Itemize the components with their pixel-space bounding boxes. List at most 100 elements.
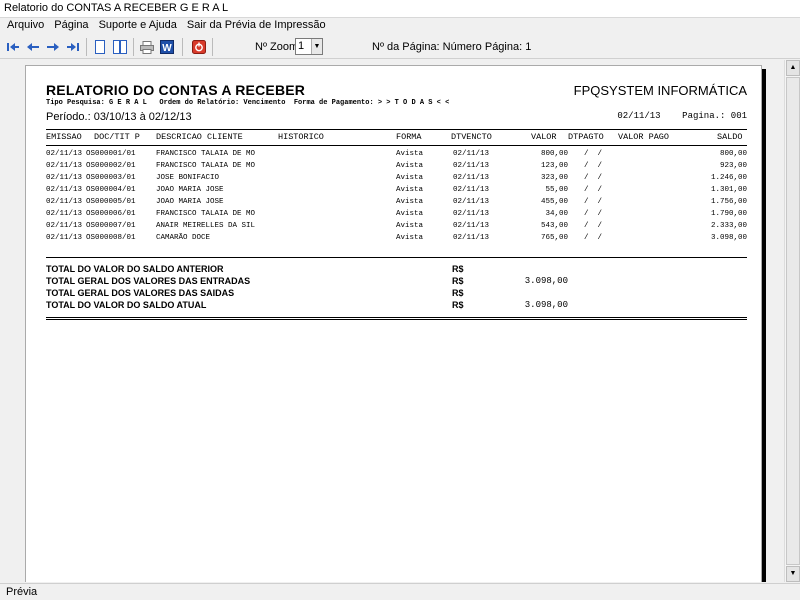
table-row: 02/11/13 OS000005/01 JOAO MARIA JOSE Avi… — [46, 198, 747, 209]
cell-forma: Avista — [396, 234, 424, 242]
cell-dtpagto: / / — [584, 234, 603, 242]
preview-area: RELATORIO DO CONTAS A RECEBER FPQSYSTEM … — [0, 60, 784, 582]
last-page-icon[interactable] — [64, 39, 82, 55]
table-row: 02/11/13 OS000002/01 FRANCISCO TALAIA DE… — [46, 162, 747, 173]
menu-sair-previa[interactable]: Sair da Prévia de Impressão — [184, 18, 329, 34]
cell-emissao: 02/11/13 — [46, 222, 83, 230]
table-row: 02/11/13 OS000001/01 FRANCISCO TALAIA DE… — [46, 150, 747, 161]
cell-valor: 543,00 — [540, 222, 568, 230]
scroll-thumb[interactable] — [786, 77, 800, 565]
cell-cliente: JOAO MARIA JOSE — [156, 198, 224, 206]
cell-cliente: JOSE BONIFACIO — [156, 174, 220, 182]
total-row: TOTAL GERAL DOS VALORES DAS ENTRADAS R$ … — [46, 276, 747, 288]
total-row: TOTAL DO VALOR DO SALDO ATUAL R$ 3.098,0… — [46, 300, 747, 312]
cell-dtvencto: 02/11/13 — [453, 198, 490, 206]
total-label: TOTAL GERAL DOS VALORES DAS ENTRADAS — [46, 276, 251, 286]
page-number-label: Nº da Página: Número Página: 1 — [372, 41, 532, 53]
cell-forma: Avista — [396, 198, 424, 206]
close-preview-icon[interactable] — [190, 39, 208, 55]
single-page-icon[interactable] — [91, 39, 109, 55]
column-header-row: EMISSAO DOC/TIT P DESCRICAO CLIENTE HIST… — [46, 132, 747, 144]
total-row: TOTAL GERAL DOS VALORES DAS SAIDAS R$ — [46, 288, 747, 300]
report-period: Período.: 03/10/13 à 02/12/13 — [46, 111, 192, 123]
next-page-icon[interactable] — [44, 39, 62, 55]
cell-emissao: 02/11/13 — [46, 210, 83, 218]
toolbar: W Nº Zoom 1 ▼ Nº da Página: Número Págin… — [0, 35, 800, 59]
cell-dtpagto: / / — [584, 198, 603, 206]
menu-arquivo[interactable]: Arquivo — [4, 18, 47, 34]
toolbar-separator — [212, 38, 213, 56]
col-doc: DOC/TIT P — [94, 132, 140, 142]
cell-dtvencto: 02/11/13 — [453, 222, 490, 230]
table-row: 02/11/13 OS000007/01 ANAIR MEIRELLES DA … — [46, 222, 747, 233]
cell-doc: OS000006/01 — [86, 210, 136, 218]
cell-dtvencto: 02/11/13 — [453, 186, 490, 194]
menu-bar: Arquivo Página Suporte e Ajuda Sair da P… — [0, 18, 800, 34]
cell-dtvencto: 02/11/13 — [453, 162, 490, 170]
vertical-scrollbar[interactable]: ▲ ▼ — [784, 60, 800, 582]
cell-emissao: 02/11/13 — [46, 162, 83, 170]
cell-saldo: 1.301,00 — [710, 186, 747, 194]
two-pages-icon[interactable] — [111, 39, 129, 55]
header-divider — [46, 145, 747, 146]
table-row: 02/11/13 OS000008/01 CAMARÃO DOCE Avista… — [46, 234, 747, 245]
cell-cliente: FRANCISCO TALAIA DE MO — [156, 150, 256, 158]
cell-emissao: 02/11/13 — [46, 174, 83, 182]
report-page: RELATORIO DO CONTAS A RECEBER FPQSYSTEM … — [25, 65, 762, 582]
cell-valor: 34,00 — [545, 210, 568, 218]
first-page-icon[interactable] — [4, 39, 22, 55]
cell-dtpagto: / / — [584, 210, 603, 218]
totals-divider — [46, 317, 747, 320]
col-valor-pago: VALOR PAGO — [618, 132, 670, 142]
total-label: TOTAL DO VALOR DO SALDO ANTERIOR — [46, 264, 224, 274]
cell-dtvencto: 02/11/13 — [453, 174, 490, 182]
cell-dtvencto: 02/11/13 — [453, 210, 490, 218]
cell-forma: Avista — [396, 162, 424, 170]
svg-text:W: W — [162, 43, 172, 54]
total-currency: R$ — [452, 288, 464, 298]
cell-dtpagto: / / — [584, 174, 603, 182]
cell-valor: 800,00 — [540, 150, 568, 158]
scroll-up-icon[interactable]: ▲ — [786, 60, 800, 76]
scroll-down-icon[interactable]: ▼ — [786, 566, 800, 582]
cell-emissao: 02/11/13 — [46, 186, 83, 194]
col-historico: HISTORICO — [278, 132, 324, 142]
cell-emissao: 02/11/13 — [46, 150, 83, 158]
zoom-value: 1 — [298, 40, 305, 52]
chevron-down-icon[interactable]: ▼ — [311, 39, 322, 54]
cell-valor: 123,00 — [540, 162, 568, 170]
cell-doc: OS000008/01 — [86, 234, 136, 242]
toolbar-separator — [86, 38, 87, 56]
cell-valor: 455,00 — [540, 198, 568, 206]
toolbar-separator — [133, 38, 134, 56]
cell-saldo: 2.333,00 — [710, 222, 747, 230]
total-currency: R$ — [452, 300, 464, 310]
menu-suporte-ajuda[interactable]: Suporte e Ajuda — [96, 18, 180, 34]
cell-forma: Avista — [396, 186, 424, 194]
cell-doc: OS000007/01 — [86, 222, 136, 230]
total-currency: R$ — [452, 276, 464, 286]
menu-pagina[interactable]: Página — [51, 18, 91, 34]
zoom-label: Nº Zoom — [255, 41, 299, 53]
cell-forma: Avista — [396, 150, 424, 158]
cell-valor: 765,00 — [540, 234, 568, 242]
cell-doc: OS000002/01 — [86, 162, 136, 170]
printer-icon[interactable] — [138, 39, 156, 55]
table-row: 02/11/13 OS000006/01 FRANCISCO TALAIA DE… — [46, 210, 747, 221]
total-row: TOTAL DO VALOR DO SALDO ANTERIOR R$ — [46, 264, 747, 276]
word-export-icon[interactable]: W — [158, 39, 176, 55]
cell-dtpagto: / / — [584, 222, 603, 230]
toolbar-separator — [182, 38, 183, 56]
prev-page-icon[interactable] — [24, 39, 42, 55]
cell-cliente: ANAIR MEIRELLES DA SIL — [156, 222, 256, 230]
cell-valor: 55,00 — [545, 186, 568, 194]
cell-cliente: FRANCISCO TALAIA DE MO — [156, 210, 256, 218]
cell-saldo: 800,00 — [719, 150, 747, 158]
cell-dtpagto: / / — [584, 162, 603, 170]
cell-cliente: FRANCISCO TALAIA DE MO — [156, 162, 256, 170]
cell-doc: OS000005/01 — [86, 198, 136, 206]
col-saldo: SALDO — [717, 132, 743, 142]
cell-doc: OS000003/01 — [86, 174, 136, 182]
cell-saldo: 1.246,00 — [710, 174, 747, 182]
zoom-select[interactable]: 1 ▼ — [295, 38, 323, 55]
